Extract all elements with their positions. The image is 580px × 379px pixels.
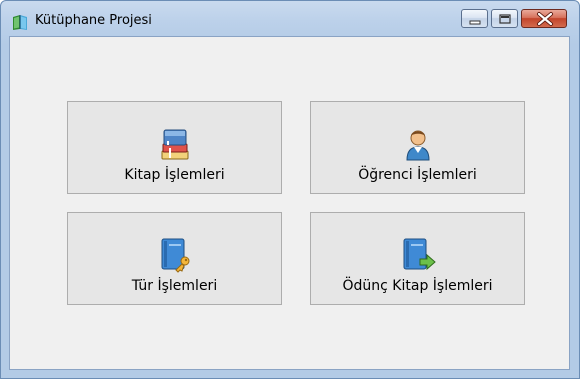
client-area: Kitap İşlemleri Öğrenci İşlemleri Tür İş… [9, 36, 570, 370]
maximize-button[interactable] [491, 9, 518, 28]
book-operations-button[interactable]: Kitap İşlemleri [67, 101, 282, 194]
books-stack-icon [155, 124, 195, 164]
tile-label: Ödünç Kitap İşlemleri [342, 278, 493, 294]
title-bar[interactable]: Kütüphane Projesi [1, 1, 579, 41]
close-button[interactable] [521, 9, 567, 28]
book-arrow-icon [398, 235, 438, 275]
user-icon [398, 124, 438, 164]
main-window: Kütüphane Projesi Kitap İşlemleri Öğrenc… [0, 0, 580, 379]
minimize-button[interactable] [461, 9, 488, 28]
book-key-icon [155, 235, 195, 275]
maximize-icon [499, 14, 511, 24]
tile-label: Öğrenci İşlemleri [358, 167, 477, 183]
loan-operations-button[interactable]: Ödünç Kitap İşlemleri [310, 212, 525, 305]
book-icon [11, 13, 29, 31]
minimize-icon [469, 20, 481, 25]
genre-operations-button[interactable]: Tür İşlemleri [67, 212, 282, 305]
tile-label: Tür İşlemleri [131, 278, 218, 294]
close-icon [537, 12, 553, 26]
student-operations-button[interactable]: Öğrenci İşlemleri [310, 101, 525, 194]
tile-label: Kitap İşlemleri [124, 167, 225, 183]
window-title: Kütüphane Projesi [35, 13, 152, 28]
